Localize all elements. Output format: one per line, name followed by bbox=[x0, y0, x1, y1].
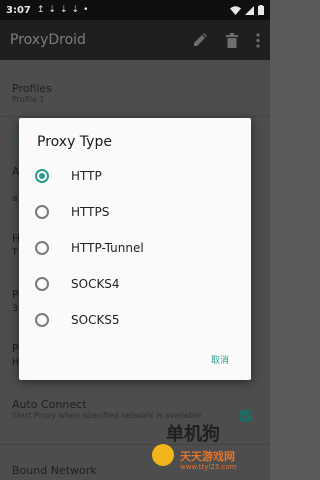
watermark: 单机狗 天天游戏网 www.ttyl23.com bbox=[144, 418, 266, 478]
radio-unchecked-icon[interactable] bbox=[35, 313, 49, 327]
download-icon: ⇣ bbox=[48, 5, 56, 15]
download-icon: ⇣ bbox=[71, 5, 80, 15]
profiles-title: Profiles bbox=[12, 82, 52, 95]
preference-summary: a bbox=[12, 194, 18, 204]
option-socks4[interactable]: SOCKS4 bbox=[35, 270, 235, 298]
app-bar: ProxyDroid bbox=[0, 20, 270, 60]
radio-unchecked-icon[interactable] bbox=[35, 277, 49, 291]
divider bbox=[0, 116, 270, 117]
delete-icon[interactable] bbox=[226, 32, 238, 48]
preference-summary: H bbox=[12, 358, 19, 368]
bound-network-title: Bound Network bbox=[12, 464, 97, 477]
dialog-title: Proxy Type bbox=[37, 134, 112, 150]
edit-icon[interactable] bbox=[192, 32, 208, 48]
status-notification-icons: ↥ ⇣ ⇣ ⇣ • bbox=[37, 5, 89, 15]
watermark-text: 单机狗 bbox=[166, 424, 220, 445]
dot-icon: • bbox=[83, 5, 89, 15]
proxy-type-dialog: Proxy Type HTTP HTTPS HTTP-Tunnel SOCKS4… bbox=[19, 118, 251, 380]
preference-summary: 3 bbox=[12, 304, 18, 314]
option-label: HTTP-Tunnel bbox=[71, 241, 144, 255]
status-time: 3:07 bbox=[6, 4, 31, 16]
radio-unchecked-icon[interactable] bbox=[35, 241, 49, 255]
option-socks5[interactable]: SOCKS5 bbox=[35, 306, 235, 334]
option-label: SOCKS5 bbox=[71, 313, 120, 327]
option-label: HTTPS bbox=[71, 205, 110, 219]
wifi-icon bbox=[230, 5, 241, 15]
preference-summary: T bbox=[12, 248, 18, 258]
radio-unchecked-icon[interactable] bbox=[35, 205, 49, 219]
bound-network-preference[interactable]: Bound Network bbox=[12, 464, 97, 477]
watermark-site: 天天游戏网 bbox=[180, 450, 235, 463]
overflow-menu-icon[interactable] bbox=[256, 32, 260, 48]
signal-icon bbox=[245, 5, 254, 15]
profiles-preference[interactable]: Profiles Profile 1 bbox=[12, 82, 52, 105]
watermark-url: www.ttyl23.com bbox=[180, 463, 237, 471]
download-icon: ⇣ bbox=[59, 5, 68, 15]
status-bar: 3:07 ↥ ⇣ ⇣ ⇣ • bbox=[0, 0, 270, 20]
option-https[interactable]: HTTPS bbox=[35, 198, 235, 226]
option-http[interactable]: HTTP bbox=[35, 162, 235, 190]
cancel-button[interactable]: 取消 bbox=[211, 353, 229, 366]
option-label: SOCKS4 bbox=[71, 277, 120, 291]
category-header: P bbox=[12, 138, 18, 148]
preference-title: P bbox=[12, 288, 19, 301]
app-title: ProxyDroid bbox=[10, 32, 86, 48]
watermark-logo-icon bbox=[152, 444, 174, 466]
radio-checked-icon[interactable] bbox=[35, 169, 49, 183]
upload-icon: ↥ bbox=[36, 5, 45, 15]
profiles-summary: Profile 1 bbox=[12, 95, 45, 104]
battery-icon bbox=[258, 5, 264, 15]
auto-connect-title: Auto Connect bbox=[12, 398, 87, 411]
option-http-tunnel[interactable]: HTTP-Tunnel bbox=[35, 234, 235, 262]
preference-title: P bbox=[12, 342, 19, 355]
option-label: HTTP bbox=[71, 169, 102, 183]
